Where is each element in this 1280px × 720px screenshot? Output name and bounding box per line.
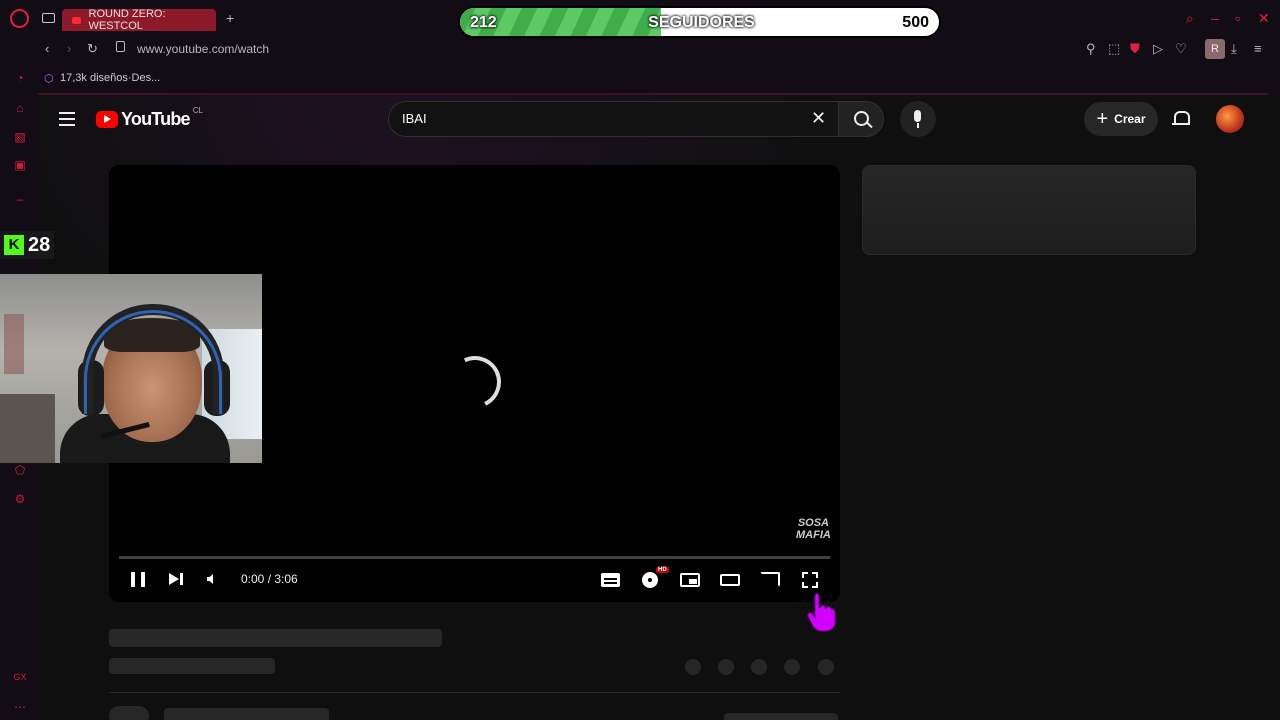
next-video-icon[interactable]	[169, 573, 179, 585]
cast-icon[interactable]	[760, 572, 780, 587]
sidebar-twitch-icon[interactable]: ⌂	[13, 101, 27, 115]
webcam-overlay	[0, 274, 262, 463]
profile-avatar[interactable]: R	[1205, 39, 1225, 59]
minimize-icon[interactable]: –	[1211, 10, 1219, 26]
snapshot-icon[interactable]: ⬚	[1108, 41, 1120, 57]
hd-badge: HD	[656, 567, 669, 573]
channel-skeleton	[109, 658, 275, 674]
sidebar-discord-icon[interactable]: ▧	[13, 130, 27, 144]
back-icon[interactable]: ‹	[45, 41, 49, 56]
follower-goal: 500	[902, 14, 929, 31]
title-skeleton	[109, 629, 442, 647]
kick-icon: K	[4, 235, 24, 255]
next-video-bar	[180, 573, 183, 585]
heart-icon[interactable]: ♡	[1175, 41, 1187, 57]
search-button[interactable]	[838, 101, 884, 137]
viewer-count: 28	[28, 233, 51, 256]
url-field[interactable]: www.youtube.com/watch	[137, 42, 269, 56]
browser-tab-active[interactable]: ROUND ZERO: WESTCOL	[62, 8, 216, 32]
channel-watermark[interactable]: SOSA MAFIA	[796, 517, 831, 541]
sidebar-extensions-icon[interactable]: ⬠	[13, 463, 27, 477]
sidebar-speed-dial-icon[interactable]: ◔	[13, 71, 27, 85]
theater-mode-icon[interactable]	[720, 574, 740, 586]
sidebar-gx-icon[interactable]: GX	[13, 672, 27, 686]
opera-gx-logo-icon[interactable]	[10, 9, 29, 28]
guide-menu-icon[interactable]	[59, 112, 75, 130]
screen: ROUND ZERO: WESTCOL + ⌕ – ▫ ✕ ‹ › ↻ www.…	[0, 0, 1280, 720]
time-display: 0:00 / 3:06	[241, 572, 298, 586]
bookmark-item[interactable]: 17,3k diseños·Des...	[60, 72, 160, 84]
lock-icon	[116, 41, 125, 52]
follower-label: SEGUIDORES	[648, 14, 755, 31]
account-avatar[interactable]	[1216, 105, 1244, 133]
hand-cursor-icon	[807, 593, 836, 632]
action-skeleton	[818, 659, 834, 675]
follower-goal-bar: 212 SEGUIDORES 500	[458, 6, 941, 38]
plus-icon: +	[1096, 108, 1109, 130]
sort-skeleton	[724, 713, 838, 720]
comment-skeleton	[164, 708, 329, 720]
youtube-play-icon	[96, 111, 118, 128]
fullscreen-icon[interactable]	[802, 572, 818, 588]
youtube-logo[interactable]: YouTube CL	[96, 106, 203, 130]
player-icon[interactable]: ▷	[1153, 41, 1163, 57]
maximize-icon[interactable]: ▫	[1235, 10, 1240, 26]
bookmarks-bar	[0, 64, 1280, 94]
create-button[interactable]: + Crear	[1084, 102, 1158, 136]
divider	[109, 692, 840, 693]
search-input[interactable]: IBAI	[388, 101, 844, 137]
forward-icon[interactable]: ›	[67, 41, 71, 56]
miniplayer-icon[interactable]	[680, 573, 700, 587]
tab-title: ROUND ZERO: WESTCOL	[88, 8, 166, 32]
new-tab-button[interactable]: +	[226, 10, 234, 26]
subtitles-icon[interactable]	[601, 573, 620, 587]
search-tabs-icon[interactable]: ⌕	[1186, 10, 1194, 27]
voice-search-button[interactable]	[900, 101, 936, 137]
action-skeleton	[685, 659, 701, 675]
sidebar-more-icon[interactable]: ⋯	[13, 700, 27, 714]
download-icon[interactable]: ⤓	[1231, 41, 1237, 57]
tab-switcher-icon[interactable]	[42, 13, 55, 23]
pause-icon[interactable]	[131, 572, 145, 587]
youtube-favicon-icon	[72, 16, 81, 24]
action-skeleton	[718, 659, 734, 675]
action-skeleton	[751, 659, 767, 675]
menu-icon[interactable]: ≡	[1254, 41, 1262, 56]
notifications-bell-icon[interactable]	[1172, 110, 1190, 126]
video-progress-bar[interactable]	[119, 556, 830, 559]
sidebar-messenger-icon[interactable]: ▣	[13, 158, 27, 172]
pin-icon[interactable]: ⚲	[1086, 41, 1096, 57]
clear-search-icon[interactable]: ✕	[811, 108, 826, 129]
action-skeleton	[784, 659, 800, 675]
vpn-shield-icon[interactable]: ⛊	[1130, 41, 1140, 57]
avatar-skeleton	[109, 706, 149, 720]
sidebar-settings-icon[interactable]: ⚙	[13, 492, 27, 506]
sidebar-divider: –	[16, 192, 24, 206]
close-window-icon[interactable]: ✕	[1258, 10, 1270, 27]
bookmark-favicon-icon: ⬡	[44, 73, 54, 85]
reload-icon[interactable]: ↻	[87, 41, 98, 57]
viewer-counter: K 28	[0, 231, 55, 259]
sidebar-placeholder-card	[862, 165, 1196, 255]
settings-gear-icon[interactable]	[642, 572, 658, 588]
